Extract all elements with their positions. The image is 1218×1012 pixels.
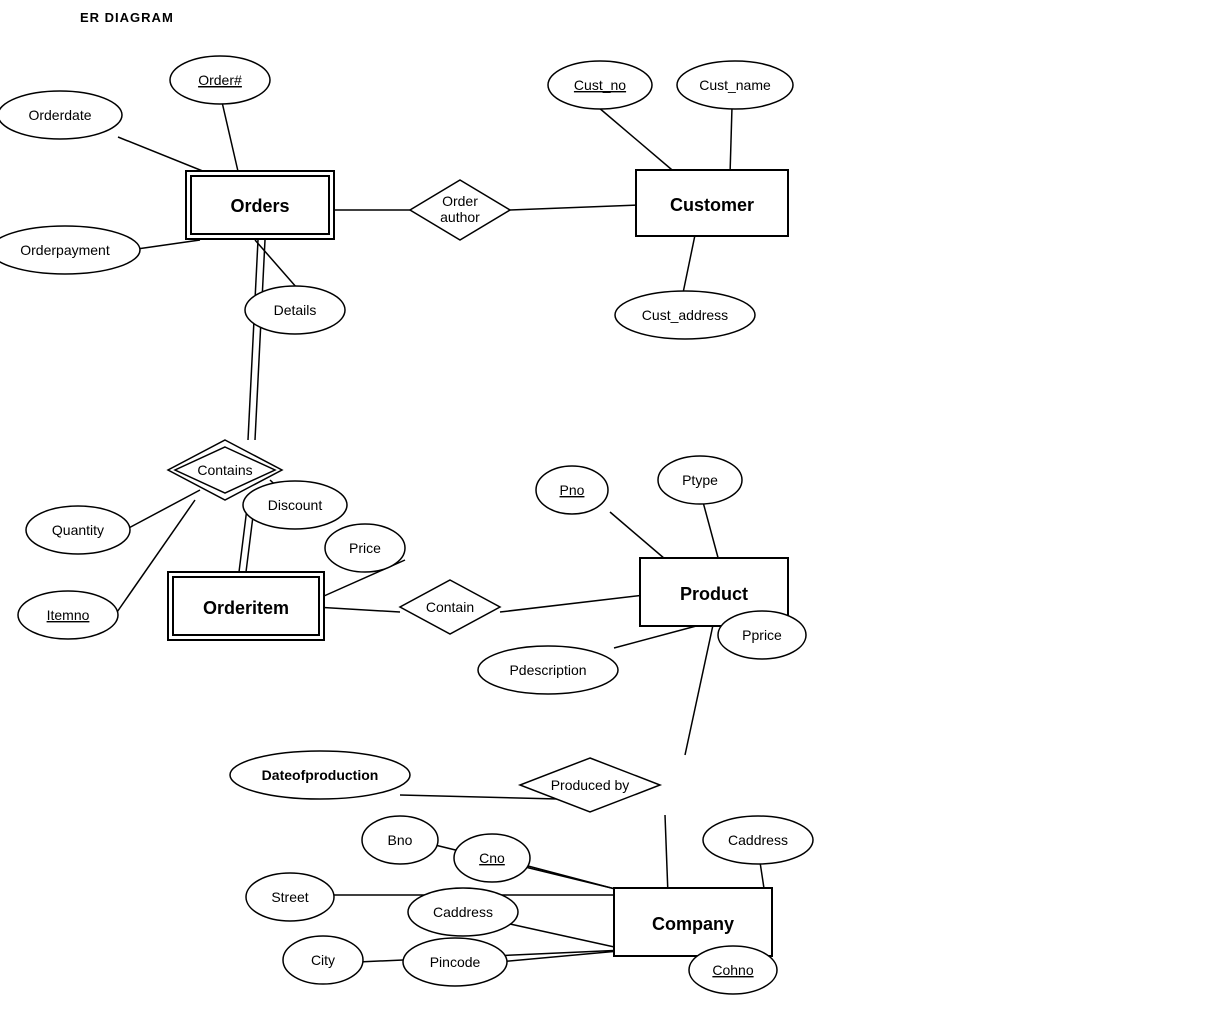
attr-pprice-label: Pprice [742,627,782,643]
attr-quantity-label: Quantity [52,522,104,538]
entity-orderitem-label: Orderitem [203,598,289,618]
entity-orders-label: Orders [230,196,289,216]
attr-ptype-label: Ptype [682,472,718,488]
attr-price-label: Price [349,540,381,556]
attr-itemno-label: Itemno [47,607,90,623]
rel-produced-by-label: Produced by [551,777,630,793]
attr-cust-name-label: Cust_name [699,77,771,93]
er-diagram: ER DIAGRAM [0,0,1218,1012]
attr-caddress-top-label: Caddress [728,832,788,848]
attr-street-label: Street [271,889,308,905]
entity-product-label: Product [680,584,748,604]
attr-cohno-label: Cohno [712,962,753,978]
attr-cust-address-label: Cust_address [642,307,728,323]
attr-caddress-bot-label: Caddress [433,904,493,920]
attr-orderdate-label: Orderdate [28,107,91,123]
attr-orderpayment-label: Orderpayment [20,242,110,258]
entity-customer-label: Customer [670,195,754,215]
diagram-svg: Orders Customer Orderitem Product Compan… [0,0,1218,1012]
attr-pdescription-label: Pdescription [509,662,586,678]
attr-pno-label: Pno [560,482,585,498]
attr-pincode-label: Pincode [430,954,481,970]
attr-cust-no-label: Cust_no [574,77,626,93]
attr-city-label: City [311,952,335,968]
attr-cno-label: Cno [479,850,505,866]
attr-ordernum-label: Order# [198,72,242,88]
rel-contains-label: Contains [197,462,252,478]
attr-bno-label: Bno [388,832,413,848]
attr-dateofproduction-label: Dateofproduction [262,767,379,783]
rel-contain-label: Contain [426,599,474,615]
entity-company-label: Company [652,914,734,934]
rel-order-author-label: Order [442,193,478,209]
attr-discount-label: Discount [268,497,323,513]
attr-details-label: Details [274,302,317,318]
rel-order-author-label2: author [440,209,480,225]
